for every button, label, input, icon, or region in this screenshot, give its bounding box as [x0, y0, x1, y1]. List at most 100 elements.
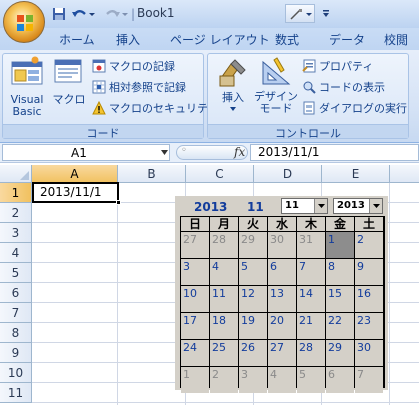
- calendar-day[interactable]: 30: [355, 340, 383, 366]
- calendar-day[interactable]: 3: [239, 367, 267, 393]
- calendar-day[interactable]: 21: [297, 313, 325, 339]
- insert-function-icon[interactable]: fx: [234, 145, 245, 159]
- macro-security-button[interactable]: マクロのセキュリティ: [92, 100, 218, 116]
- office-logo-icon: [17, 15, 33, 31]
- code-group-label: コード: [3, 124, 203, 140]
- row-header-11[interactable]: 11: [0, 383, 32, 403]
- tab-home[interactable]: ホーム: [59, 31, 95, 48]
- calendar-day[interactable]: 28: [210, 232, 238, 258]
- year-select[interactable]: 2013: [333, 198, 383, 214]
- visual-basic-button[interactable]: Visual Basic: [6, 56, 48, 118]
- calendar-day[interactable]: 3: [181, 259, 209, 285]
- calendar-day[interactable]: 27: [268, 340, 296, 366]
- calendar-day[interactable]: 2: [210, 367, 238, 393]
- calendar-day[interactable]: 25: [210, 340, 238, 366]
- record-macro-button[interactable]: マクロの記録: [92, 58, 175, 74]
- column-header-f[interactable]: [390, 165, 419, 183]
- row-header-5[interactable]: 5: [0, 263, 32, 283]
- calendar-day[interactable]: 13: [268, 286, 296, 312]
- row-header-9[interactable]: 9: [0, 343, 32, 363]
- row-header-6[interactable]: 6: [0, 283, 32, 303]
- column-header-b[interactable]: B: [118, 165, 186, 183]
- tab-review[interactable]: 校閲: [384, 31, 408, 48]
- year-dropdown-button[interactable]: [369, 199, 382, 213]
- name-box[interactable]: A1: [2, 144, 170, 161]
- tab-data[interactable]: データ: [329, 31, 365, 48]
- calendar-day[interactable]: 1: [181, 367, 209, 393]
- fill-handle[interactable]: [116, 200, 121, 205]
- row-header-1[interactable]: 1: [0, 183, 32, 203]
- insert-control-button[interactable]: 挿入: [214, 56, 252, 118]
- row-header-2[interactable]: 2: [0, 203, 32, 223]
- calendar-day[interactable]: 5: [239, 259, 267, 285]
- office-button[interactable]: [3, 1, 45, 43]
- calendar-day[interactable]: 31: [297, 232, 325, 258]
- calendar-day[interactable]: 9: [355, 259, 383, 285]
- calendar-day[interactable]: 18: [210, 313, 238, 339]
- calendar-day[interactable]: 28: [297, 340, 325, 366]
- row-header-3[interactable]: 3: [0, 223, 32, 243]
- column-header-d[interactable]: D: [254, 165, 322, 183]
- calendar-day[interactable]: 5: [297, 367, 325, 393]
- customize-qa-icon[interactable]: [320, 5, 332, 23]
- design-mode-button[interactable]: デザイン モード: [254, 56, 298, 118]
- calendar-day[interactable]: 30: [268, 232, 296, 258]
- calendar-day[interactable]: 4: [268, 367, 296, 393]
- calendar-day[interactable]: 8: [326, 259, 354, 285]
- redo-icon[interactable]: [103, 5, 129, 23]
- month-select[interactable]: 11: [281, 198, 328, 214]
- calendar-day[interactable]: 14: [297, 286, 325, 312]
- calendar-day[interactable]: 23: [355, 313, 383, 339]
- combo-box[interactable]: [285, 4, 315, 23]
- calendar-day[interactable]: 26: [239, 340, 267, 366]
- formula-input[interactable]: 2013/11/1: [250, 144, 419, 161]
- chevron-down-icon: [230, 107, 236, 111]
- calendar-day[interactable]: 20: [268, 313, 296, 339]
- save-icon[interactable]: [50, 5, 68, 23]
- calendar-day[interactable]: 16: [355, 286, 383, 312]
- row-header-4[interactable]: 4: [0, 243, 32, 263]
- relative-ref-button[interactable]: 相対参照で記録: [92, 79, 186, 95]
- select-all-button[interactable]: [0, 165, 32, 183]
- undo-icon[interactable]: [70, 5, 96, 23]
- calendar-day-selected[interactable]: 1: [326, 232, 354, 258]
- calendar-day[interactable]: 29: [239, 232, 267, 258]
- calendar-day[interactable]: 17: [181, 313, 209, 339]
- calendar-day[interactable]: 15: [326, 286, 354, 312]
- calendar-day[interactable]: 12: [239, 286, 267, 312]
- relative-ref-label: 相対参照で記録: [109, 81, 186, 94]
- calendar-day[interactable]: 29: [326, 340, 354, 366]
- calendar-day[interactable]: 4: [210, 259, 238, 285]
- run-dialog-button[interactable]: ダイアログの実行: [302, 100, 407, 116]
- calendar-day[interactable]: 6: [326, 367, 354, 393]
- row-header-7[interactable]: 7: [0, 303, 32, 323]
- row-header-10[interactable]: 10: [0, 363, 32, 383]
- view-code-button[interactable]: コードの表示: [302, 79, 385, 95]
- formula-controls: ◦ fx: [176, 145, 248, 160]
- chevron-down-icon: [318, 204, 325, 208]
- calendar-day[interactable]: 24: [181, 340, 209, 366]
- row-header-8[interactable]: 8: [0, 323, 32, 343]
- calendar-day[interactable]: 22: [326, 313, 354, 339]
- column-header-e[interactable]: E: [322, 165, 390, 183]
- calendar-day[interactable]: 7: [355, 367, 383, 393]
- weekday-header: 土: [355, 217, 383, 231]
- calendar-day[interactable]: 6: [268, 259, 296, 285]
- calendar-day[interactable]: 19: [239, 313, 267, 339]
- column-header-c[interactable]: C: [186, 165, 254, 183]
- calendar-day[interactable]: 2: [355, 232, 383, 258]
- calendar-day[interactable]: 27: [181, 232, 209, 258]
- calendar-day[interactable]: 11: [210, 286, 238, 312]
- macro-button[interactable]: マクロ: [50, 56, 88, 116]
- properties-button[interactable]: プロパティ: [302, 58, 373, 74]
- tab-formulas[interactable]: 数式: [275, 31, 299, 48]
- tab-insert[interactable]: 挿入: [116, 31, 140, 48]
- tab-page-layout[interactable]: ページ レイアウト: [170, 31, 270, 48]
- calendar-day[interactable]: 7: [297, 259, 325, 285]
- active-cell-a1[interactable]: 2013/11/1: [32, 182, 121, 205]
- run-dialog-icon: [303, 101, 315, 115]
- calendar-day[interactable]: 10: [181, 286, 209, 312]
- chevron-down-icon[interactable]: [161, 150, 168, 155]
- month-dropdown-button[interactable]: [314, 199, 327, 213]
- column-header-a[interactable]: A: [32, 165, 118, 183]
